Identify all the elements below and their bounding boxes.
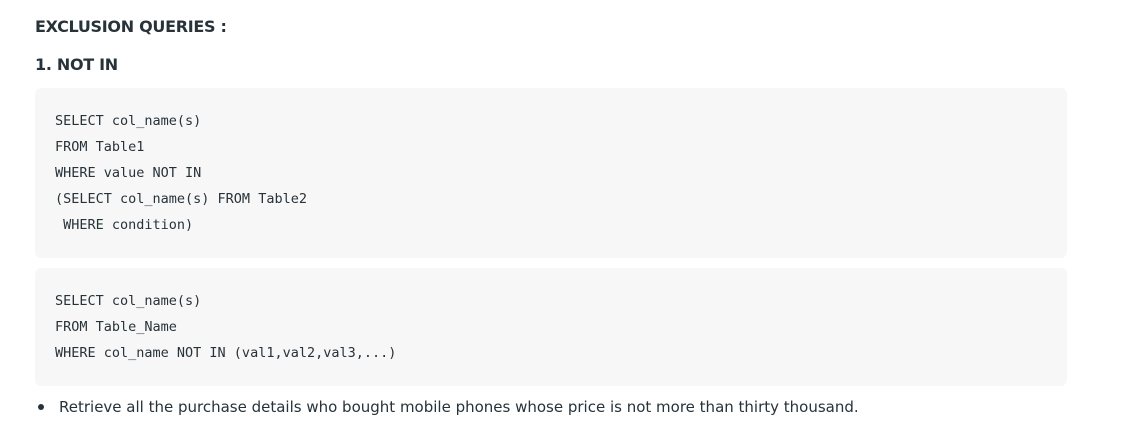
code-block-not-in-values: SELECT col_name(s) FROM Table_Name WHERE… [35, 268, 1067, 386]
subsection-heading: 1. NOT IN [35, 55, 118, 74]
code-line: FROM Table_Name [55, 319, 177, 335]
code-line: (SELECT col_name(s) FROM Table2 [55, 191, 307, 207]
code-line: SELECT col_name(s) [55, 113, 202, 129]
code-line: SELECT col_name(s) [55, 293, 202, 309]
code-line: FROM Table1 [55, 139, 145, 155]
bullet-icon [38, 404, 44, 410]
code-block-not-in-subquery: SELECT col_name(s) FROM Table1 WHERE val… [35, 88, 1067, 258]
section-heading: EXCLUSION QUERIES : [35, 17, 227, 36]
code-line: WHERE value NOT IN [55, 165, 202, 181]
code-line: WHERE condition) [55, 217, 194, 233]
code-line: WHERE col_name NOT IN (val1,val2,val3,..… [55, 345, 397, 361]
list-item-text: Retrieve all the purchase details who bo… [59, 398, 859, 416]
list-item: Retrieve all the purchase details who bo… [38, 398, 859, 416]
